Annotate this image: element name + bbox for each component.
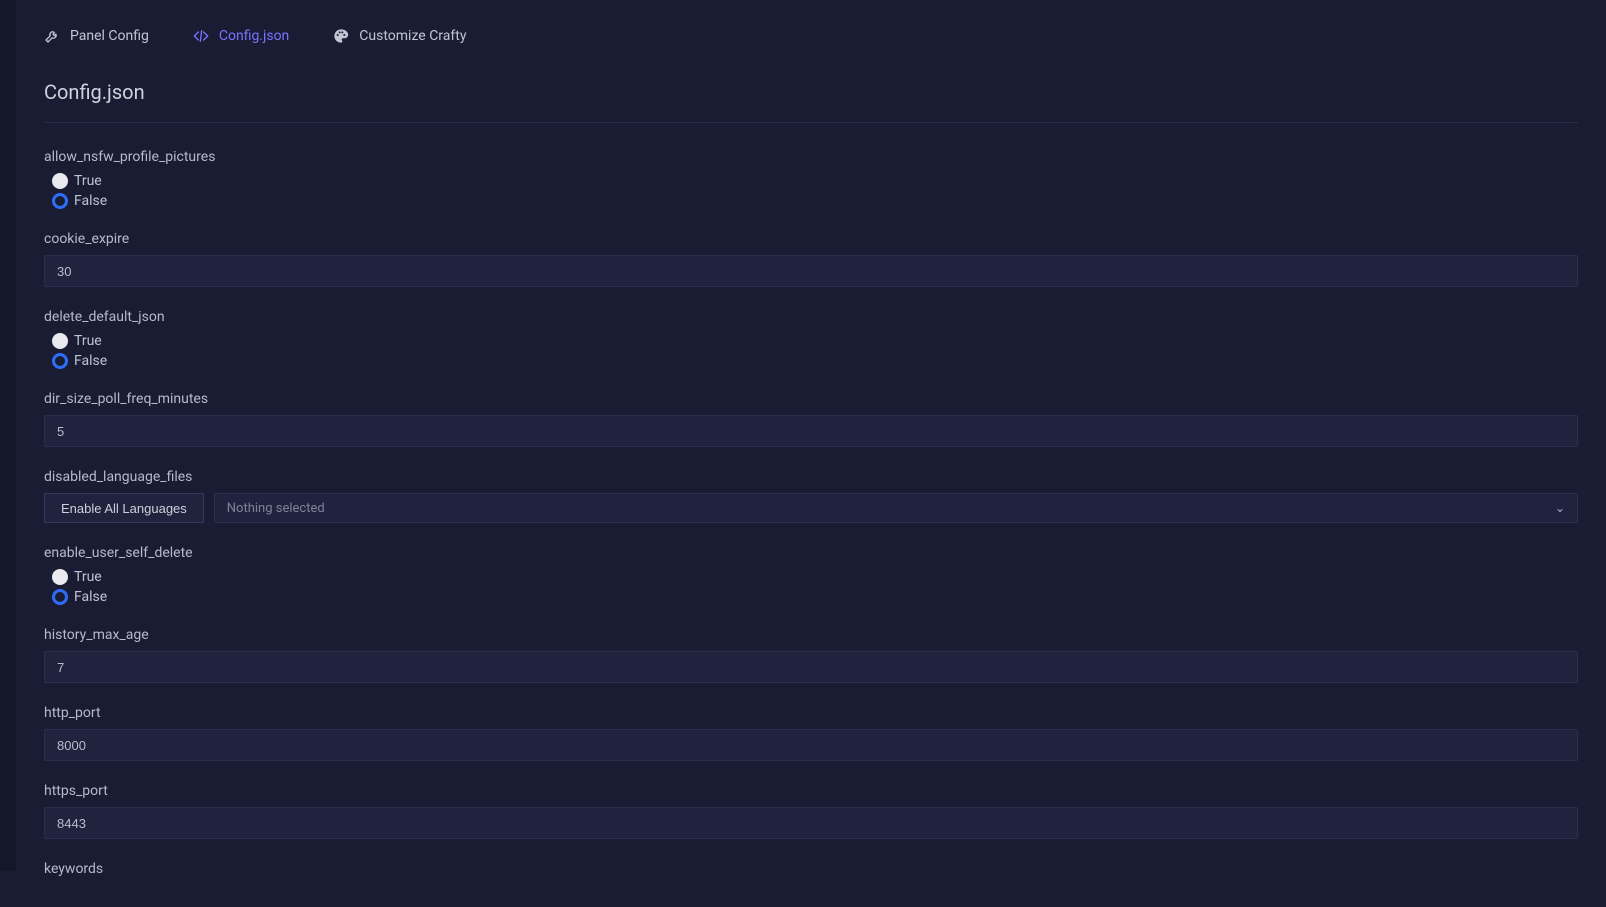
field-history-max-age: history_max_age (44, 627, 1578, 683)
history-max-age-input[interactable] (44, 651, 1578, 683)
tab-label: Config.json (219, 28, 289, 44)
field-https-port: https_port (44, 783, 1578, 839)
tab-panel-config[interactable]: Panel Config (44, 22, 149, 50)
page-title: Config.json (44, 80, 1578, 104)
palette-icon (333, 28, 349, 44)
tab-customize-crafty[interactable]: Customize Crafty (333, 22, 466, 50)
radio-true[interactable] (52, 333, 68, 349)
dir-size-poll-input[interactable] (44, 415, 1578, 447)
main-panel: Panel Config Config.json Customize Craft… (16, 0, 1606, 871)
radio-true-row[interactable]: True (52, 333, 1578, 349)
field-http-port: http_port (44, 705, 1578, 761)
field-label: disabled_language_files (44, 469, 1578, 485)
radio-true[interactable] (52, 569, 68, 585)
radio-group: True False (44, 173, 1578, 209)
radio-label: False (74, 193, 107, 209)
select-placeholder: Nothing selected (227, 501, 325, 516)
wrench-icon (44, 28, 60, 44)
cookie-expire-input[interactable] (44, 255, 1578, 287)
field-label: history_max_age (44, 627, 1578, 643)
chevron-down-icon: ⌄ (1555, 501, 1565, 515)
https-port-input[interactable] (44, 807, 1578, 839)
field-delete-default-json: delete_default_json True False (44, 309, 1578, 369)
tab-label: Panel Config (70, 28, 149, 44)
tab-config-json[interactable]: Config.json (193, 22, 289, 50)
radio-label: True (74, 333, 102, 349)
field-cookie-expire: cookie_expire (44, 231, 1578, 287)
radio-label: False (74, 589, 107, 605)
language-select[interactable]: Nothing selected ⌄ (214, 493, 1578, 523)
radio-false[interactable] (52, 589, 68, 605)
field-keywords: keywords (44, 861, 1578, 885)
field-label: https_port (44, 783, 1578, 799)
radio-false-row[interactable]: False (52, 193, 1578, 209)
radio-label: True (74, 173, 102, 189)
radio-group: True False (44, 333, 1578, 369)
field-label: allow_nsfw_profile_pictures (44, 149, 1578, 165)
radio-label: True (74, 569, 102, 585)
radio-false[interactable] (52, 353, 68, 369)
field-label: enable_user_self_delete (44, 545, 1578, 561)
radio-group: True False (44, 569, 1578, 605)
field-label: cookie_expire (44, 231, 1578, 247)
config-fields: allow_nsfw_profile_pictures True False c… (44, 149, 1578, 907)
tab-label: Customize Crafty (359, 28, 466, 44)
divider (44, 122, 1578, 123)
field-allow-nsfw: allow_nsfw_profile_pictures True False (44, 149, 1578, 209)
radio-label: False (74, 353, 107, 369)
radio-true[interactable] (52, 173, 68, 189)
enable-all-languages-button[interactable]: Enable All Languages (44, 493, 204, 523)
radio-true-row[interactable]: True (52, 173, 1578, 189)
tabs-bar: Panel Config Config.json Customize Craft… (44, 22, 1578, 50)
field-label: dir_size_poll_freq_minutes (44, 391, 1578, 407)
radio-true-row[interactable]: True (52, 569, 1578, 585)
field-label: delete_default_json (44, 309, 1578, 325)
sidebar-collapsed (0, 0, 16, 871)
radio-false[interactable] (52, 193, 68, 209)
field-label: http_port (44, 705, 1578, 721)
field-enable-user-self-delete: enable_user_self_delete True False (44, 545, 1578, 605)
field-dir-size-poll: dir_size_poll_freq_minutes (44, 391, 1578, 447)
field-label: keywords (44, 861, 1578, 877)
code-icon (193, 28, 209, 44)
language-row: Enable All Languages Nothing selected ⌄ (44, 493, 1578, 523)
radio-false-row[interactable]: False (52, 353, 1578, 369)
radio-false-row[interactable]: False (52, 589, 1578, 605)
http-port-input[interactable] (44, 729, 1578, 761)
field-disabled-languages: disabled_language_files Enable All Langu… (44, 469, 1578, 523)
